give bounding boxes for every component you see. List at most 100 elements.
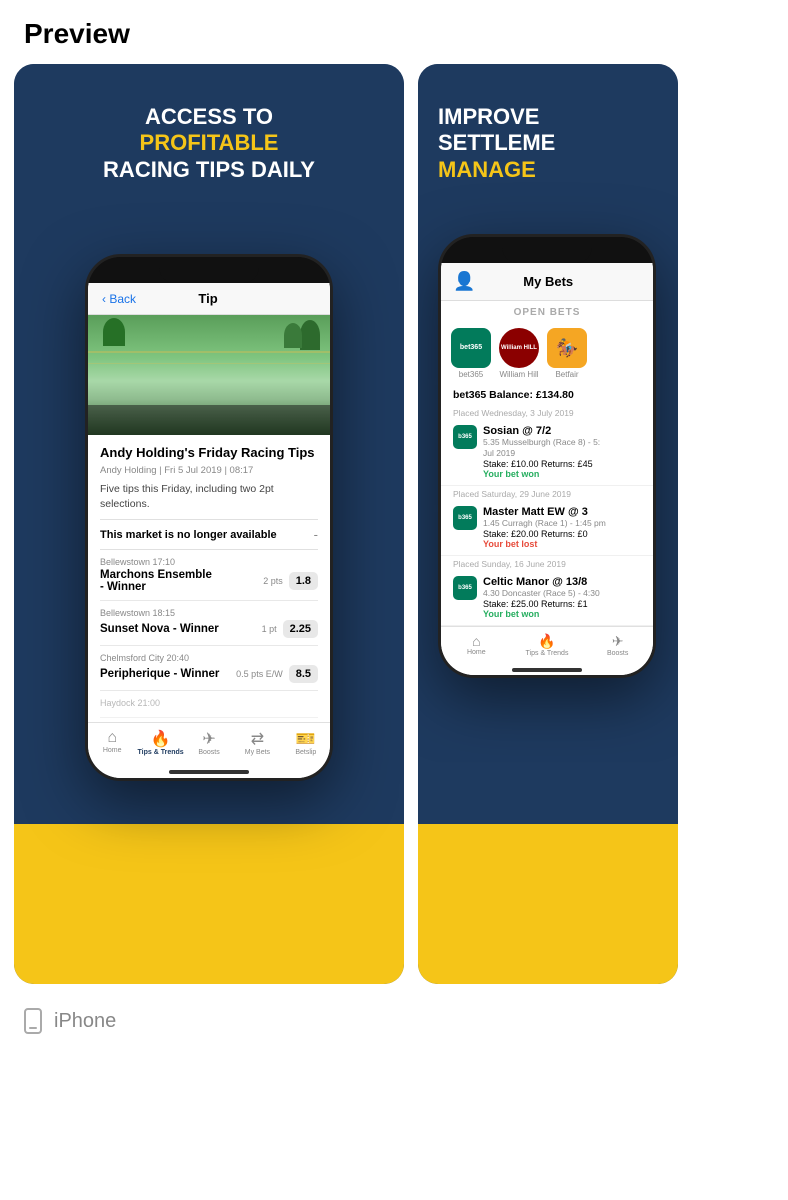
profile-icon: 👤 — [453, 271, 475, 292]
bet1-horse: Sosian @ 7/2 — [483, 425, 600, 437]
bet2-result: Your bet lost — [483, 539, 606, 549]
bk-bet365[interactable]: bet365 bet365 — [451, 328, 491, 379]
right-bottom-nav: ⌂ Home 🔥 Tips & Trends ✈ Boosts — [441, 626, 653, 665]
open-bets-label: OPEN BETS — [441, 301, 653, 322]
bet1-logo: b365 — [453, 425, 477, 449]
market-label: This market is no longer available — [100, 529, 277, 541]
tip-pts-1: 2 pts — [263, 576, 283, 586]
tips-label: Tips & Trends — [138, 749, 184, 756]
right-boosts-icon: ✈ — [612, 633, 624, 650]
right-home-label: Home — [467, 649, 486, 656]
article-title: Andy Holding's Friday Racing Tips — [100, 445, 318, 462]
bet3-race: 4.30 Doncaster (Race 5) - 4:30 — [483, 588, 600, 599]
tip-venue-2: Bellewstown 18:15 — [100, 608, 318, 618]
betslip-label: Betslip — [295, 749, 316, 756]
tip-odds-2: 2.25 — [283, 620, 318, 638]
tip-pts-2: 1 pt — [262, 624, 277, 634]
nav-boosts[interactable]: ✈ Boosts — [185, 729, 233, 756]
bet2-race: 1.45 Curragh (Race 1) - 1:45 pm — [483, 518, 606, 529]
date-3: Placed Sunday, 16 June 2019 — [441, 556, 653, 572]
bet3-stake: Stake: £25.00 Returns: £1 — [483, 599, 600, 609]
bk-william-hill[interactable]: William HILL William Hill — [499, 328, 539, 379]
race-image — [88, 315, 330, 435]
article-desc: Five tips this Friday, including two 2pt… — [100, 482, 318, 511]
boosts-label: Boosts — [198, 749, 219, 756]
betfair-logo: 🏇 — [547, 328, 587, 368]
market-row: This market is no longer available - — [100, 519, 318, 550]
mybets-icon: ⇄ — [251, 729, 264, 749]
tip-odds-3: 8.5 — [289, 665, 318, 683]
bets-list: Placed Wednesday, 3 July 2019 b365 Sosia… — [441, 405, 653, 626]
tip-odds-1: 1.8 — [289, 572, 318, 590]
right-tips-icon: 🔥 — [538, 633, 555, 650]
tip-venue-4: Haydock 21:00 — [100, 698, 318, 708]
date-1: Placed Wednesday, 3 July 2019 — [441, 405, 653, 421]
balance-text: bet365 Balance: £134.80 — [441, 385, 653, 405]
boosts-icon: ✈ — [202, 729, 215, 749]
bet2-horse: Master Matt EW @ 3 — [483, 506, 606, 518]
nav-betslip[interactable]: 🎫 Betslip — [282, 729, 330, 756]
date-2: Placed Saturday, 29 June 2019 — [441, 486, 653, 502]
bet3-horse: Celtic Manor @ 13/8 — [483, 576, 600, 588]
page-title: Preview — [0, 0, 788, 64]
bet1-stake: Stake: £10.00 Returns: £45 — [483, 459, 600, 469]
tip-horse-2: Sunset Nova - Winner — [100, 623, 262, 635]
right-headline-2: SETTLEME — [438, 130, 555, 155]
nav-home[interactable]: ⌂ Home — [88, 729, 136, 756]
tip-venue-3: Chelmsford City 20:40 — [100, 653, 318, 663]
tip-horse-1: Marchons Ensemble- Winner — [100, 569, 263, 593]
tip-venue-1: Bellewstown 17:10 — [100, 557, 318, 567]
device-section: iPhone — [0, 984, 788, 1058]
right-home-indicator — [441, 665, 653, 675]
right-tips-label: Tips & Trends — [526, 650, 569, 657]
mybets-label: My Bets — [245, 749, 270, 756]
right-nav-boosts[interactable]: ✈ Boosts — [582, 633, 653, 657]
bet2-logo: b365 — [453, 506, 477, 530]
tip-item-2: Bellewstown 18:15 Sunset Nova - Winner 1… — [100, 601, 318, 646]
iphone-icon — [24, 1008, 42, 1034]
home-label: Home — [103, 747, 122, 754]
bet365-logo: bet365 — [451, 328, 491, 368]
betfair-name: Betfair — [555, 370, 578, 379]
bet2-stake: Stake: £20.00 Returns: £0 — [483, 529, 606, 539]
tips-list: Bellewstown 17:10 Marchons Ensemble- Win… — [100, 550, 318, 718]
market-value: - — [314, 527, 318, 542]
right-headline-highlight: MANAGE — [438, 157, 536, 182]
right-screen-header: 👤 My Bets — [441, 263, 653, 301]
card-left: ACCESS TO PROFITABLE RACING TIPS DAILY — [14, 64, 404, 984]
right-home-icon: ⌂ — [472, 633, 480, 649]
back-button[interactable]: ‹ Back — [102, 292, 136, 306]
bet1-result: Your bet won — [483, 469, 600, 479]
betslip-icon: 🎫 — [296, 729, 316, 749]
home-indicator — [88, 766, 330, 778]
headline-line3: RACING TIPS DAILY — [103, 157, 315, 182]
article-section: Andy Holding's Friday Racing Tips Andy H… — [88, 435, 330, 722]
device-label-text: iPhone — [54, 1010, 116, 1033]
bookmakers-row: bet365 bet365 William HILL William Hill … — [441, 322, 653, 385]
bet-2: b365 Master Matt EW @ 3 1.45 Curragh (Ra… — [441, 502, 653, 556]
article-meta: Andy Holding | Fri 5 Jul 2019 | 08:17 — [100, 465, 318, 476]
right-nav-tips[interactable]: 🔥 Tips & Trends — [512, 633, 583, 657]
bk-betfair[interactable]: 🏇 Betfair — [547, 328, 587, 379]
headline-line1: ACCESS TO — [145, 104, 273, 129]
tip-item-4: Haydock 21:00 — [100, 691, 318, 718]
tip-item-3: Chelmsford City 20:40 Peripherique - Win… — [100, 646, 318, 691]
william-hill-logo: William HILL — [499, 328, 539, 368]
bet-3: b365 Celtic Manor @ 13/8 4.30 Doncaster … — [441, 572, 653, 626]
bet3-logo: b365 — [453, 576, 477, 600]
tips-icon: 🔥 — [151, 729, 171, 749]
home-icon: ⌂ — [107, 729, 117, 747]
right-headline-1: IMPROVE — [438, 104, 539, 129]
tip-item-1: Bellewstown 17:10 Marchons Ensemble- Win… — [100, 550, 318, 601]
nav-mybets[interactable]: ⇄ My Bets — [233, 729, 281, 756]
bet1-race: 5.35 Musselburgh (Race 8) - 5:Jul 2019 — [483, 437, 600, 459]
right-boosts-label: Boosts — [607, 650, 628, 657]
william-hill-name: William Hill — [499, 370, 538, 379]
tip-pts-3: 0.5 pts E/W — [236, 669, 283, 679]
screen-title: Tip — [136, 291, 280, 306]
headline-highlight-left: PROFITABLE — [140, 130, 279, 155]
bet3-result: Your bet won — [483, 609, 600, 619]
right-screen-title: My Bets — [523, 274, 573, 289]
nav-tips[interactable]: 🔥 Tips & Trends — [136, 729, 184, 756]
right-nav-home[interactable]: ⌂ Home — [441, 633, 512, 657]
